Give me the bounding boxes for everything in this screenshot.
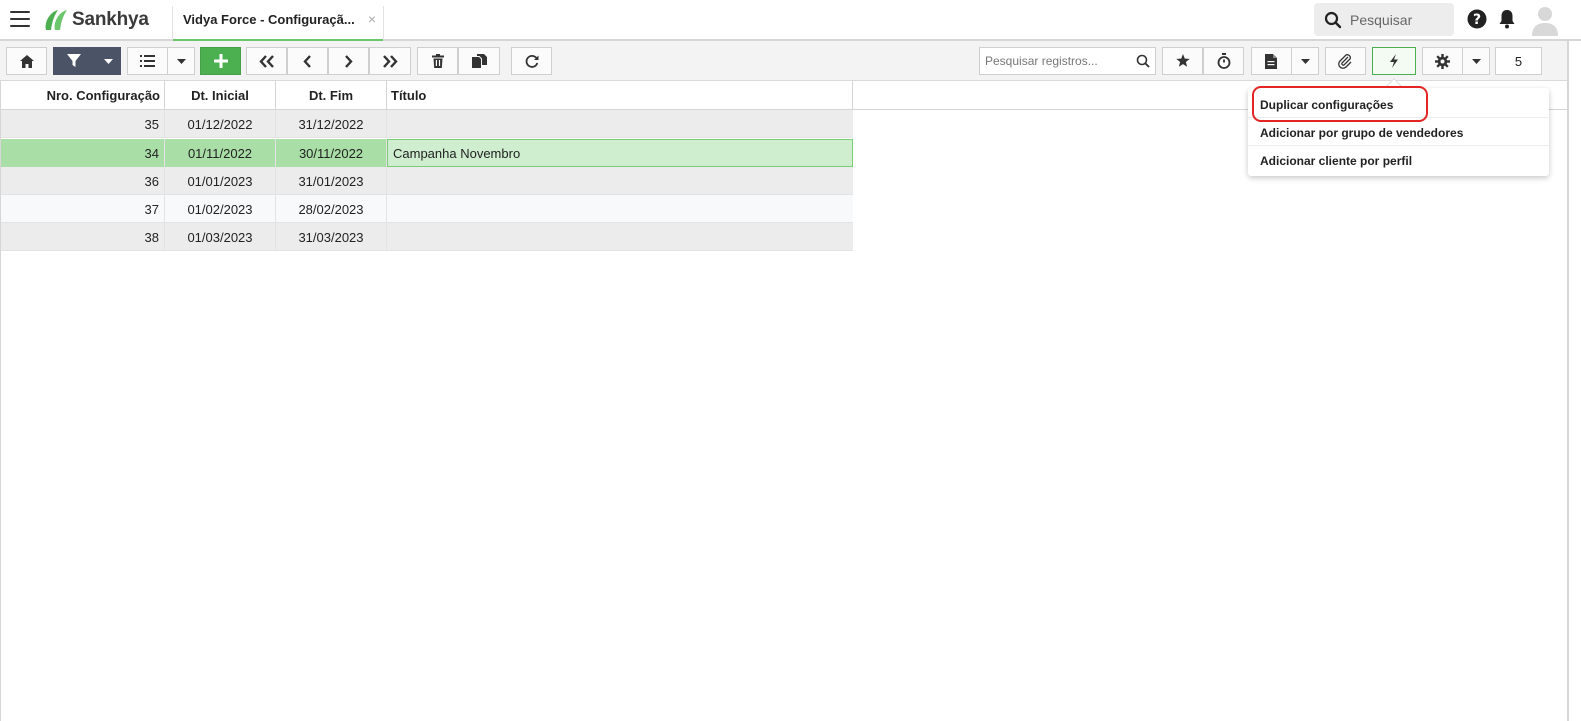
cell-dt-fim: 31/03/2023 — [276, 223, 387, 251]
timer-button[interactable] — [1203, 47, 1244, 75]
cell-nro: 37 — [0, 195, 165, 223]
double-chevron-right-icon — [383, 54, 398, 68]
cell-nro: 34 — [0, 139, 165, 167]
svg-text:?: ? — [1473, 12, 1481, 28]
refresh-button[interactable] — [511, 47, 552, 75]
toolbar: Pesquisar registros... 5 — [0, 41, 1567, 81]
column-header-nro[interactable]: Nro. Configuração — [0, 81, 165, 109]
cell-dt-inicial: 01/03/2023 — [165, 223, 276, 251]
stopwatch-icon — [1217, 53, 1230, 69]
home-button[interactable] — [6, 47, 47, 75]
actions-button[interactable] — [1372, 47, 1416, 75]
cell-nro: 35 — [0, 110, 165, 138]
home-icon — [19, 54, 34, 68]
top-header: Sankhya Vidya Force - Configuraçã... × P… — [0, 0, 1581, 42]
add-button[interactable] — [200, 47, 241, 75]
left-border — [0, 81, 1, 721]
cell-dt-fim: 31/01/2023 — [276, 167, 387, 195]
gear-icon — [1435, 53, 1450, 69]
menu-item-adicionar-cliente-perfil[interactable]: Adicionar cliente por perfil — [1248, 146, 1549, 174]
filter-button[interactable] — [53, 47, 121, 75]
cell-nro: 36 — [0, 167, 165, 195]
list-view-dropdown[interactable] — [167, 47, 195, 75]
cell-dt-inicial: 01/12/2022 — [165, 110, 276, 138]
plus-icon — [213, 54, 228, 68]
column-header-dt-inicial[interactable]: Dt. Inicial — [165, 81, 276, 109]
search-icon — [1324, 11, 1342, 28]
brand-name: Sankhya — [72, 9, 149, 30]
help-icon[interactable]: ? — [1467, 9, 1487, 29]
previous-record-button[interactable] — [287, 47, 328, 75]
table-row-selected[interactable]: 34 01/11/2022 30/11/2022 Campanha Novemb… — [0, 139, 853, 167]
trash-icon — [431, 54, 444, 68]
tab-vidya-force[interactable]: Vidya Force - Configuraçã... × — [172, 6, 384, 42]
chevron-right-icon — [345, 54, 353, 68]
cell-dt-inicial: 01/02/2023 — [165, 195, 276, 223]
list-view-button[interactable] — [127, 47, 168, 75]
cell-titulo[interactable]: Campanha Novembro — [387, 139, 853, 167]
duplicate-button[interactable] — [458, 47, 500, 75]
cell-dt-inicial: 01/01/2023 — [165, 167, 276, 195]
search-icon — [1136, 54, 1150, 68]
search-records-input[interactable]: Pesquisar registros... — [979, 47, 1156, 75]
column-header-dt-fim[interactable]: Dt. Fim — [276, 81, 387, 109]
chevron-down-icon — [1300, 58, 1310, 64]
notification-bell-icon[interactable] — [1497, 8, 1517, 29]
table-row[interactable]: 38 01/03/2023 31/03/2023 — [0, 223, 853, 251]
user-avatar-icon[interactable] — [1530, 4, 1560, 36]
cell-dt-fim: 31/12/2022 — [276, 110, 387, 138]
cell-titulo — [387, 110, 853, 138]
report-dropdown[interactable] — [1291, 47, 1319, 75]
sankhya-logo-icon — [45, 10, 67, 30]
star-icon — [1175, 54, 1190, 67]
table-row[interactable]: 36 01/01/2023 31/01/2023 — [0, 167, 853, 195]
filter-icon — [67, 54, 81, 67]
highlight-annotation — [1252, 86, 1428, 122]
lightning-icon — [1390, 54, 1398, 68]
column-header-titulo[interactable]: Título — [387, 81, 853, 109]
table-row[interactable]: 37 01/02/2023 28/02/2023 — [0, 195, 853, 223]
record-count: 5 — [1495, 47, 1542, 75]
chevron-down-icon — [104, 59, 113, 64]
list-icon — [140, 55, 155, 67]
table-row[interactable]: 35 01/12/2022 31/12/2022 — [0, 110, 853, 138]
settings-dropdown[interactable] — [1462, 47, 1490, 75]
report-button[interactable] — [1251, 47, 1292, 75]
attachment-button[interactable] — [1325, 47, 1366, 75]
last-record-button[interactable] — [369, 47, 411, 75]
chevron-left-icon — [303, 54, 311, 68]
logo[interactable]: Sankhya — [42, 8, 149, 32]
copy-icon — [471, 54, 487, 68]
double-chevron-left-icon — [258, 54, 274, 68]
delete-button[interactable] — [417, 47, 458, 75]
cell-dt-fim: 30/11/2022 — [276, 139, 387, 167]
search-records-placeholder: Pesquisar registros... — [985, 54, 1098, 68]
menu-item-adicionar-grupo-vendedores[interactable]: Adicionar por grupo de vendedores — [1248, 118, 1549, 146]
cell-dt-inicial: 01/11/2022 — [165, 139, 276, 167]
paperclip-icon — [1338, 53, 1352, 69]
chevron-down-icon — [1471, 58, 1481, 64]
favorite-button[interactable] — [1162, 47, 1203, 75]
chevron-down-icon — [176, 58, 186, 64]
tab-title: Vidya Force - Configuraçã... — [183, 12, 355, 27]
global-search-input[interactable]: Pesquisar — [1314, 3, 1454, 36]
cell-dt-fim: 28/02/2023 — [276, 195, 387, 223]
cell-titulo — [387, 167, 853, 195]
next-record-button[interactable] — [328, 47, 369, 75]
search-placeholder: Pesquisar — [1350, 11, 1413, 28]
cell-titulo — [387, 223, 853, 251]
close-icon[interactable]: × — [368, 11, 376, 27]
menu-icon[interactable] — [10, 11, 30, 27]
settings-button[interactable] — [1422, 47, 1463, 75]
right-border — [1567, 41, 1569, 721]
refresh-icon — [525, 55, 538, 68]
cell-nro: 38 — [0, 223, 165, 251]
document-icon — [1265, 53, 1277, 69]
cell-titulo — [387, 195, 853, 223]
first-record-button[interactable] — [246, 47, 287, 75]
